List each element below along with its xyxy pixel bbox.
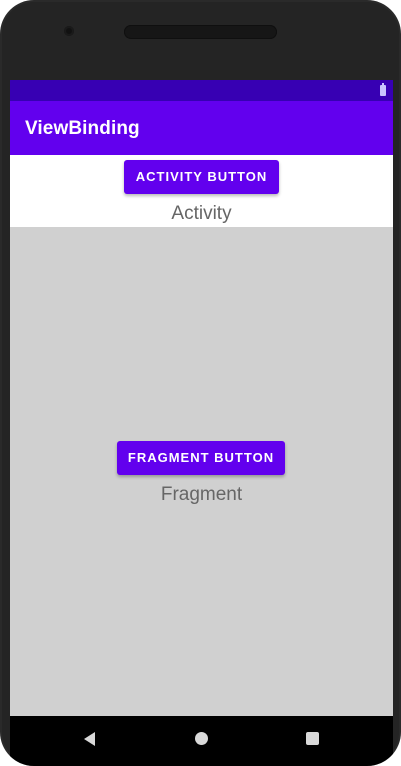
navigation-bar xyxy=(10,716,393,766)
speaker-grill xyxy=(124,25,277,39)
activity-button[interactable]: ACTIVITY BUTTON xyxy=(124,160,279,194)
phone-screen: ViewBinding ACTIVITY BUTTON Activity FRA… xyxy=(10,80,393,766)
activity-container: ACTIVITY BUTTON Activity xyxy=(10,155,393,227)
app-title: ViewBinding xyxy=(25,118,140,139)
status-bar xyxy=(10,80,393,101)
back-icon[interactable] xyxy=(84,732,95,746)
activity-label: Activity xyxy=(171,203,232,224)
recents-icon[interactable] xyxy=(306,732,319,745)
phone-frame: ViewBinding ACTIVITY BUTTON Activity FRA… xyxy=(0,0,401,766)
app-bar: ViewBinding xyxy=(10,101,393,155)
camera-icon xyxy=(64,26,74,36)
battery-icon xyxy=(380,83,386,96)
fragment-button[interactable]: FRAGMENT BUTTON xyxy=(117,441,285,475)
fragment-label: Fragment xyxy=(160,484,243,505)
fragment-container: FRAGMENT BUTTON Fragment xyxy=(10,227,393,716)
home-icon[interactable] xyxy=(195,732,208,745)
